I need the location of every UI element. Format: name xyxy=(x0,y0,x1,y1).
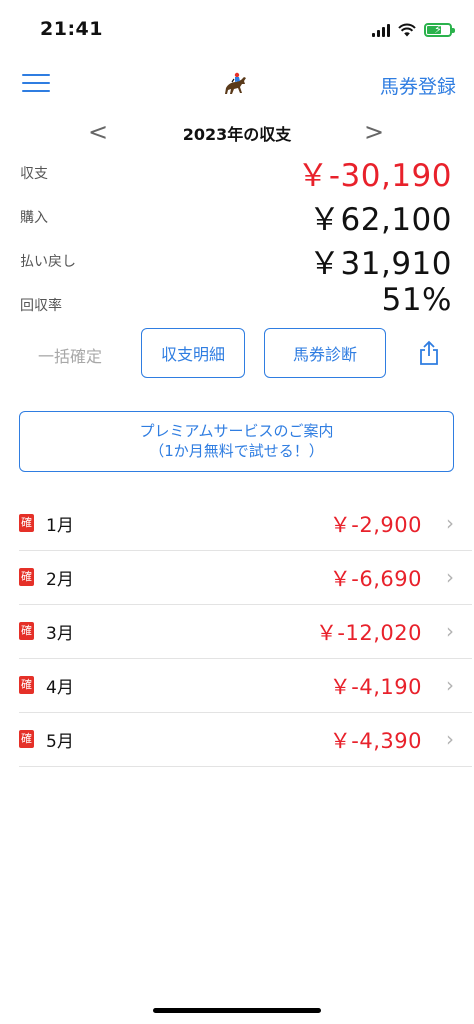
chevron-right-icon: › xyxy=(446,619,454,643)
confirmed-badge: 確 xyxy=(19,676,34,694)
jockey-horse-logo-icon xyxy=(225,72,246,94)
home-indicator[interactable] xyxy=(153,1008,321,1013)
month-row-2[interactable]: 確 2月 ￥-6,690 › xyxy=(19,551,472,605)
month-label: 5月 xyxy=(46,732,74,752)
share-icon[interactable] xyxy=(417,340,441,366)
confirmed-badge: 確 xyxy=(19,568,34,586)
month-label: 1月 xyxy=(46,516,74,536)
purchase-value: ￥62,100 xyxy=(309,202,452,238)
premium-subtitle: （1か月無料で試せる！） xyxy=(149,442,324,460)
confirmed-badge: 確 xyxy=(19,514,34,532)
income-detail-button[interactable]: 収支明細 xyxy=(141,328,245,378)
month-label: 2月 xyxy=(46,570,74,590)
month-label: 3月 xyxy=(46,624,74,644)
chevron-right-icon: › xyxy=(446,727,454,751)
battery-icon: ⚡ xyxy=(424,23,455,37)
month-balance: ￥-12,020 xyxy=(315,621,422,645)
chevron-right-icon: › xyxy=(446,565,454,589)
ticket-diagnosis-button[interactable]: 馬券診断 xyxy=(264,328,386,378)
month-label: 4月 xyxy=(46,678,74,698)
chevron-right-icon: › xyxy=(446,511,454,535)
balance-label: 収支 xyxy=(20,166,48,182)
status-time: 21:41 xyxy=(40,18,103,40)
premium-service-banner[interactable]: プレミアムサービスのご案内 （1か月無料で試せる！） xyxy=(19,411,454,472)
month-balance: ￥-4,390 xyxy=(329,729,422,753)
month-row-3[interactable]: 確 3月 ￥-12,020 › xyxy=(19,605,472,659)
month-balance: ￥-2,900 xyxy=(329,513,422,537)
monthly-list: 確 1月 ￥-2,900 › 確 2月 ￥-6,690 › 確 3月 ￥-12,… xyxy=(19,497,472,767)
confirmed-badge: 確 xyxy=(19,730,34,748)
cellular-signal-icon xyxy=(372,23,390,37)
month-row-4[interactable]: 確 4月 ￥-4,190 › xyxy=(19,659,472,713)
purchase-label: 購入 xyxy=(20,210,48,226)
month-row-1[interactable]: 確 1月 ￥-2,900 › xyxy=(19,497,472,551)
payout-value: ￥31,910 xyxy=(309,246,452,282)
return-rate-value: 51% xyxy=(381,282,452,318)
year-title: 2023年の収支 xyxy=(182,125,292,144)
hamburger-menu-icon[interactable] xyxy=(22,74,50,94)
next-year-button[interactable]: > xyxy=(364,118,384,146)
payout-label: 払い戻し xyxy=(20,254,76,270)
balance-value: ￥-30,190 xyxy=(297,158,452,194)
bulk-confirm-button[interactable]: 一括確定 xyxy=(38,343,102,367)
month-row-5[interactable]: 確 5月 ￥-4,390 › xyxy=(19,713,472,767)
wifi-icon xyxy=(398,23,416,37)
register-ticket-button[interactable]: 馬券登録 xyxy=(380,72,456,99)
status-icons: ⚡ xyxy=(372,20,455,40)
confirmed-badge: 確 xyxy=(19,622,34,640)
month-balance: ￥-4,190 xyxy=(329,675,422,699)
return-rate-label: 回収率 xyxy=(20,298,62,314)
premium-title: プレミアムサービスのご案内 xyxy=(139,422,334,440)
month-balance: ￥-6,690 xyxy=(329,567,422,591)
chevron-right-icon: › xyxy=(446,673,454,697)
